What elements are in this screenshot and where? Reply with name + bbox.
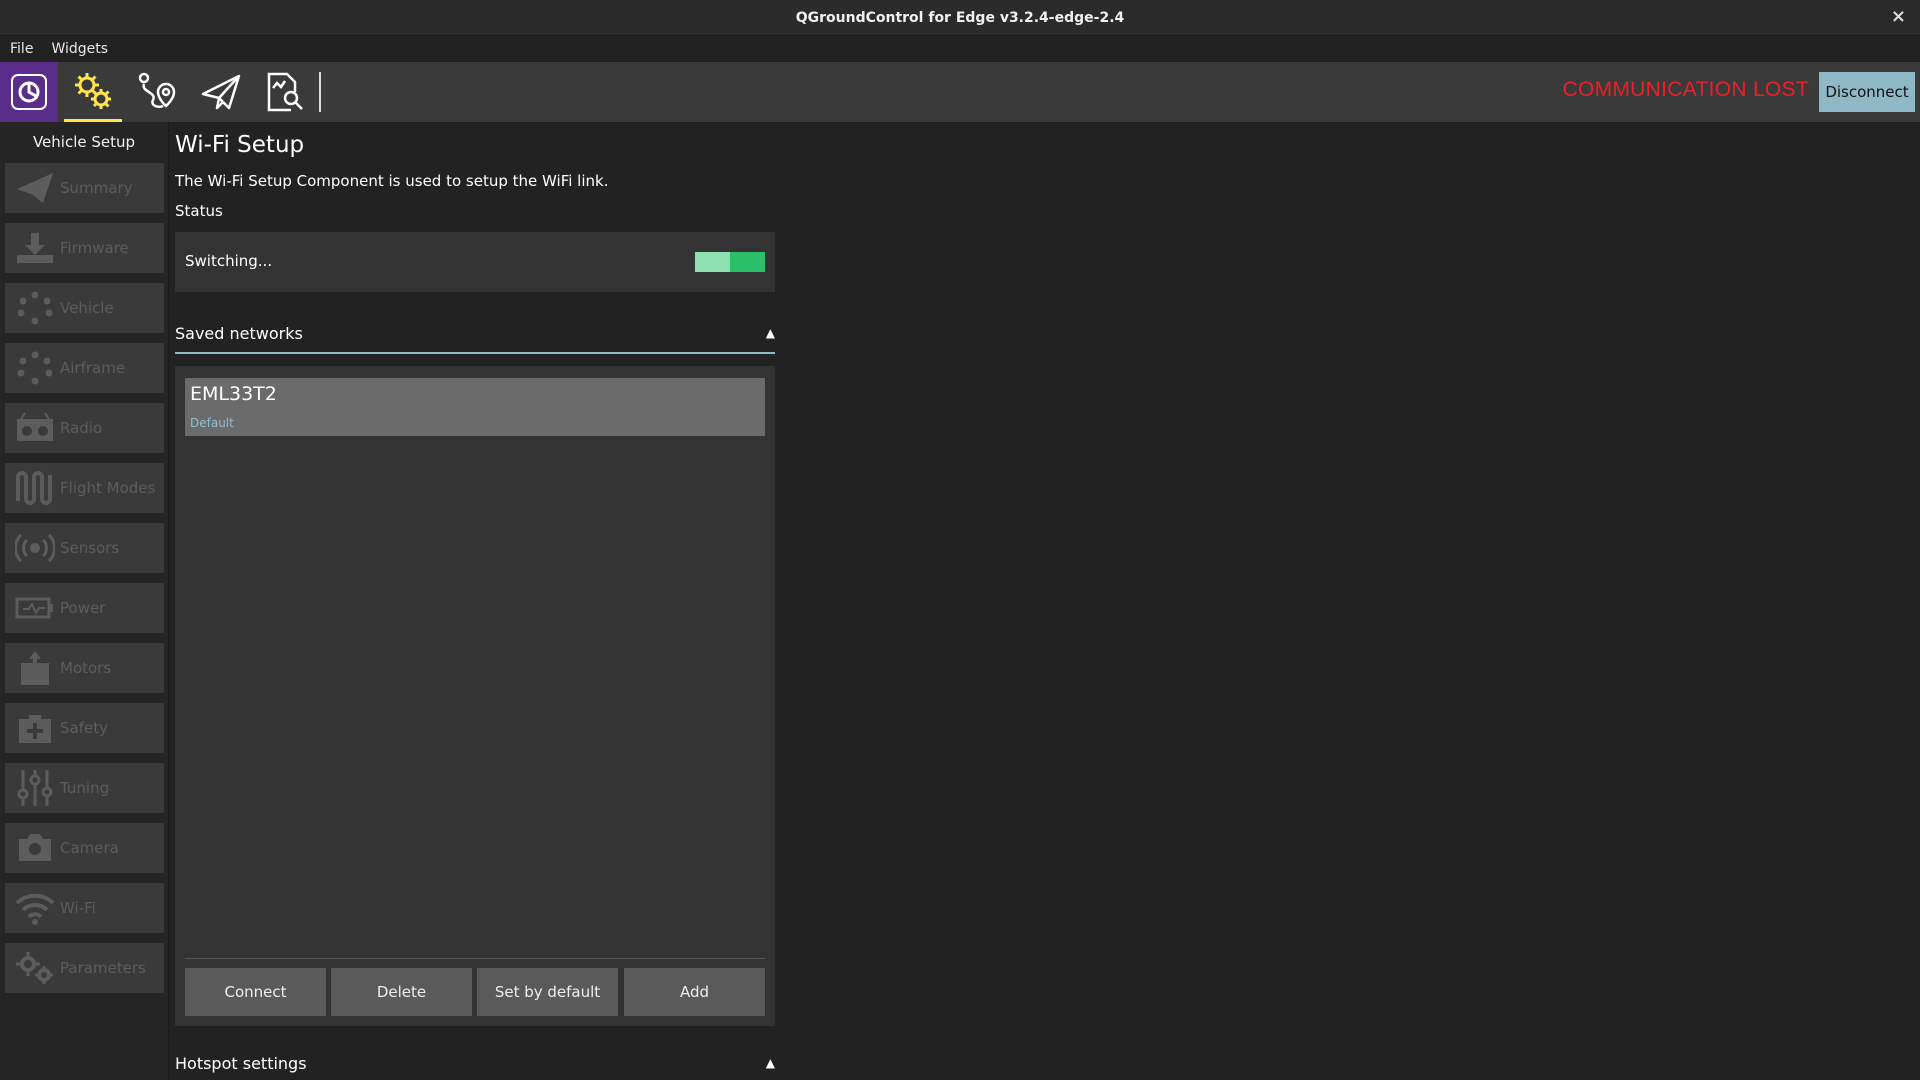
status-box: Switching... [175, 232, 775, 292]
delete-button[interactable]: Delete [331, 968, 472, 1016]
sidebar-item-motors[interactable]: Motors [5, 643, 164, 693]
sidebar-item-radio[interactable]: Radio [5, 403, 164, 453]
fly-view-icon[interactable] [192, 62, 250, 122]
sidebar-item-label: Safety [60, 719, 108, 737]
sidebar-item-flight-modes[interactable]: Flight Modes [5, 463, 164, 513]
sidebar-item-safety[interactable]: Safety [5, 703, 164, 753]
main-toolbar: COMMUNICATION LOST Disconnect [0, 62, 1920, 122]
sidebar-item-label: Parameters [60, 959, 146, 977]
toolbar-divider [319, 72, 321, 112]
sidebar-item-firmware[interactable]: Firmware [5, 223, 164, 273]
menu-bar: File Widgets [0, 36, 1920, 62]
add-button[interactable]: Add [624, 968, 765, 1016]
sidebar-item-label: Airframe [60, 359, 126, 377]
wifi-icon [15, 888, 60, 928]
sidebar-item-label: Firmware [60, 239, 129, 257]
communication-status: COMMUNICATION LOST [1562, 78, 1809, 101]
download-icon [15, 228, 60, 268]
sidebar-item-camera[interactable]: Camera [5, 823, 164, 873]
sidebar-item-label: Wi-Fi [60, 899, 96, 917]
sidebar-item-label: Power [60, 599, 106, 617]
sidebar-item-label: Tuning [60, 779, 110, 797]
set-default-button[interactable]: Set by default [477, 968, 618, 1016]
qgc-logo-icon[interactable] [0, 62, 58, 122]
menu-file[interactable]: File [0, 41, 41, 57]
connect-button[interactable]: Connect [185, 968, 326, 1016]
sidebar-item-label: Motors [60, 659, 112, 677]
disconnect-button[interactable]: Disconnect [1819, 72, 1915, 112]
sidebar-item-vehicle[interactable]: Vehicle [5, 283, 164, 333]
hotspot-settings-header[interactable]: Hotspot settings ▲ [175, 1054, 775, 1080]
safety-icon [15, 708, 60, 748]
hotspot-settings-title: Hotspot settings [175, 1054, 307, 1073]
radio-icon [15, 408, 60, 448]
sidebar-title: Vehicle Setup [32, 133, 136, 151]
sidebar-item-label: Vehicle [60, 299, 114, 317]
sidebar-item-sensors[interactable]: Sensors [5, 523, 164, 573]
sidebar-item-wifi[interactable]: Wi-Fi [5, 883, 164, 933]
collapse-caret-icon[interactable]: ▲ [766, 1056, 775, 1070]
page-title: Wi-Fi Setup [175, 132, 305, 158]
tuning-icon [15, 768, 60, 808]
sidebar-item-airframe[interactable]: Airframe [5, 343, 164, 393]
saved-networks-title: Saved networks [175, 324, 303, 343]
paper-plane-icon [15, 168, 60, 208]
sidebar-item-label: Camera [60, 839, 119, 857]
flight-modes-icon [15, 468, 60, 508]
vehicle-setup-gear-icon[interactable] [64, 62, 122, 122]
network-item[interactable]: EML33T2 Default [185, 378, 765, 436]
vehicle-setup-sidebar: Vehicle Setup Summary Firmware Vehicle A… [0, 122, 169, 1080]
sidebar-item-parameters[interactable]: Parameters [5, 943, 164, 993]
collapse-caret-icon[interactable]: ▲ [766, 326, 775, 340]
sidebar-item-summary[interactable]: Summary [5, 163, 164, 213]
airframe-icon [15, 348, 60, 388]
power-icon [15, 588, 60, 628]
close-icon[interactable]: × [1891, 6, 1906, 27]
wifi-mode-toggle[interactable] [695, 252, 765, 272]
sidebar-item-power[interactable]: Power [5, 583, 164, 633]
sidebar-item-label: Summary [60, 179, 133, 197]
network-name: EML33T2 [190, 383, 277, 405]
saved-networks-header[interactable]: Saved networks ▲ [175, 324, 775, 354]
plan-view-icon[interactable] [128, 62, 186, 122]
status-text: Switching... [185, 252, 273, 270]
sensors-icon [15, 528, 60, 568]
menu-widgets[interactable]: Widgets [41, 41, 116, 57]
toggle-knob [695, 252, 730, 272]
vehicle-dots-icon [15, 288, 60, 328]
saved-networks-list: EML33T2 Default Connect Delete Set by de… [175, 366, 775, 1026]
window-title: QGroundControl for Edge v3.2.4-edge-2.4 [795, 9, 1125, 26]
motors-icon [15, 648, 60, 688]
page-description: The Wi-Fi Setup Component is used to set… [175, 172, 609, 190]
parameters-icon [15, 948, 60, 988]
sidebar-item-label: Radio [60, 419, 103, 437]
camera-icon [15, 828, 60, 868]
sidebar-item-label: Flight Modes [60, 479, 156, 497]
list-divider [185, 958, 765, 959]
sidebar-item-label: Sensors [60, 539, 120, 557]
network-default-label: Default [190, 416, 234, 430]
status-label: Status [175, 202, 223, 220]
sidebar-item-tuning[interactable]: Tuning [5, 763, 164, 813]
window-titlebar: QGroundControl for Edge v3.2.4-edge-2.4 … [0, 0, 1920, 36]
analyze-view-icon[interactable] [256, 62, 314, 122]
